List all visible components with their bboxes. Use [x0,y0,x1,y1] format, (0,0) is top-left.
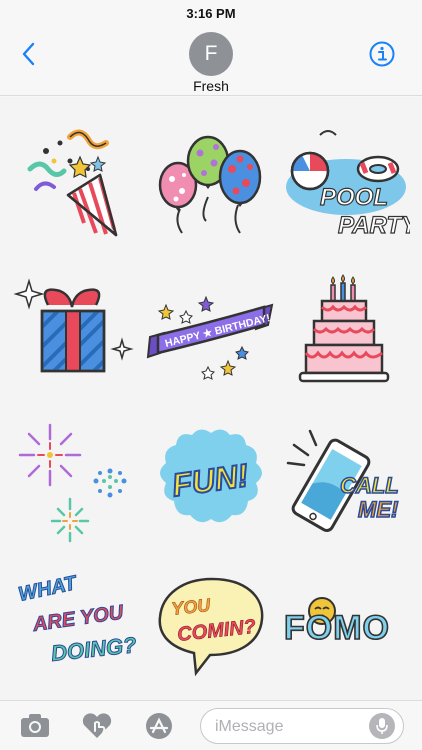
chevron-left-icon [22,42,35,66]
microphone-button[interactable] [369,713,395,739]
status-time: 3:16 PM [186,5,236,21]
balloons-icon [158,135,262,234]
camera-button[interactable] [18,711,52,741]
wayd-line2: ARE YOU [31,601,125,636]
fomo-text: FOMO [284,609,390,647]
fun-burst-icon: FUN! [160,429,262,523]
gift-box-icon [13,278,134,373]
info-icon [369,41,395,67]
contact-name[interactable]: Fresh [0,78,422,94]
app-store-icon [146,713,172,739]
info-button[interactable] [368,40,396,68]
sticker-call-me[interactable]: CALL ME! [280,415,410,545]
wayd-line3: DOING? [50,632,138,666]
sticker-fun[interactable]: FUN! [146,415,276,545]
message-input-container [200,708,404,744]
message-toolbar [0,700,422,750]
pool-party-icon: POOL PARTY [286,130,410,240]
sticker-party-popper[interactable] [8,117,138,247]
what-are-you-doing-icon: WHAT ARE YOU DOING? [16,571,138,666]
wayd-line1: WHAT [16,572,80,606]
sticker-pool-party[interactable]: POOL PARTY [280,117,410,247]
heart-touch-icon [82,713,112,738]
conversation-header: F Fresh [0,26,422,96]
speech-bubble-icon: YOU COMIN? [158,577,264,677]
camera-icon [21,714,49,737]
pool-party-line2: PARTY [338,212,410,239]
app-store-button[interactable] [142,711,176,741]
sticker-gift-box[interactable] [8,267,138,397]
call-me-line2: ME! [358,497,398,522]
microphone-icon [376,718,388,734]
sticker-fomo[interactable]: FOMO [280,557,410,687]
avatar-initial: F [204,42,218,65]
party-popper-icon [27,129,118,237]
call-me-line1: CALL [340,473,399,498]
digital-touch-button[interactable] [80,711,114,741]
sticker-balloons[interactable] [146,117,276,247]
sticker-grid: POOL PARTY HAPPY ★ BIRTHDAY! FUN! CALL M… [0,97,422,700]
you-comin-line1: YOU [170,595,212,619]
status-bar: 3:16 PM [0,0,422,26]
birthday-cake-icon [298,274,390,383]
birthday-banner-icon: HAPPY ★ BIRTHDAY! [146,295,274,380]
fireworks-icon [18,423,127,543]
sticker-you-comin[interactable]: YOU COMIN? [146,557,276,687]
sticker-happy-birthday[interactable]: HAPPY ★ BIRTHDAY! [146,267,276,397]
sticker-what-are-you-doing[interactable]: WHAT ARE YOU DOING? [8,557,138,687]
message-input[interactable] [215,717,365,737]
sticker-fireworks[interactable] [8,415,138,545]
back-button[interactable] [18,40,42,68]
fomo-icon: FOMO [283,597,390,648]
pool-party-line1: POOL [320,184,388,211]
contact-avatar[interactable]: F [189,32,233,76]
phone-call-icon: CALL ME! [286,429,399,532]
sticker-birthday-cake[interactable] [280,267,410,397]
